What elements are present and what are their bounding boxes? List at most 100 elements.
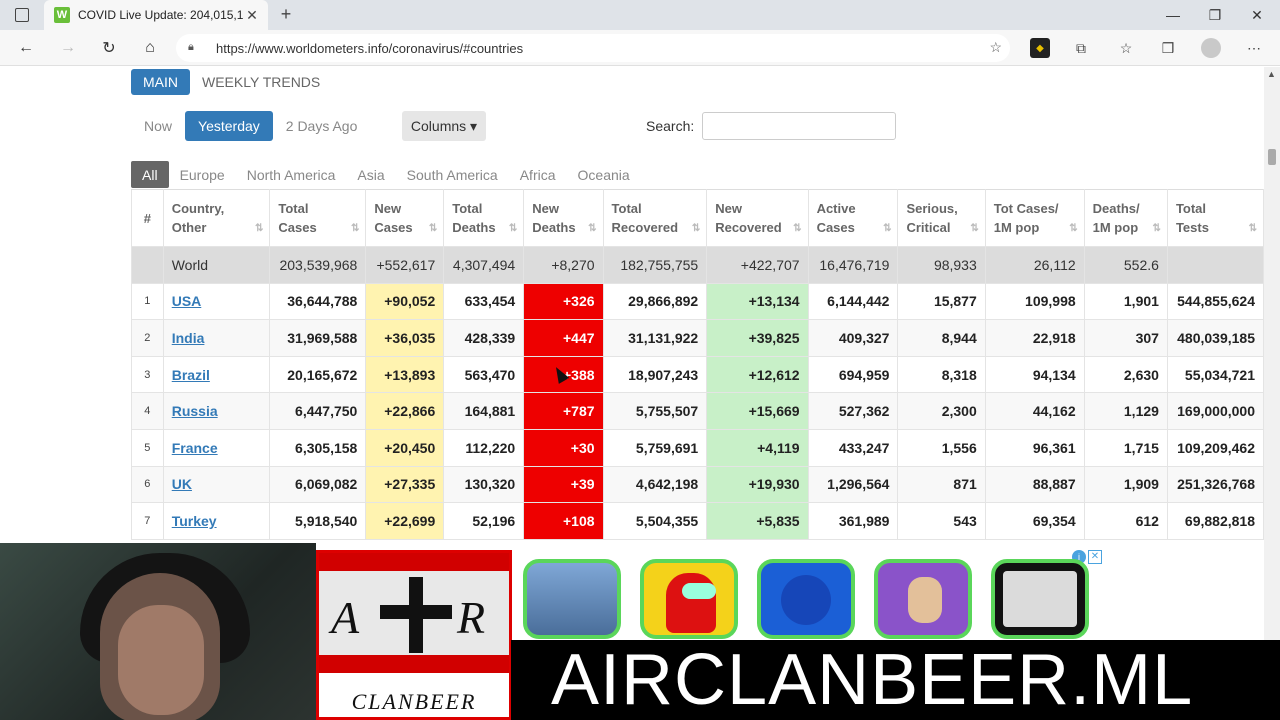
sonic-tile-icon[interactable]: [757, 559, 855, 639]
now-button[interactable]: Now: [131, 111, 185, 141]
column-header[interactable]: Total Tests ⇅: [1166, 189, 1264, 247]
column-header[interactable]: Total Deaths ⇅: [443, 189, 525, 247]
world-row: World 203,539,968 +552,617 4,307,494 +8,270 1…: [131, 246, 1264, 284]
column-header[interactable]: Total Cases ⇅: [269, 189, 367, 247]
column-header-label: Cases: [278, 220, 317, 235]
column-header[interactable]: New Cases ⇅: [365, 189, 445, 247]
region-north-america[interactable]: North America: [236, 161, 347, 188]
page-scrollbar[interactable]: ▲: [1264, 67, 1280, 720]
tab-actions-icon[interactable]: [12, 6, 32, 24]
table-header-row: # Country, Other ⇅ Total Cases ⇅ New Cases ⇅ Total…: [131, 189, 1264, 247]
region-asia[interactable]: Asia: [346, 161, 395, 188]
two-days-ago-button[interactable]: 2 Days Ago: [273, 111, 371, 141]
sort-icon[interactable]: ⇅: [509, 219, 517, 238]
sort-icon[interactable]: ⇅: [351, 219, 359, 238]
column-header[interactable]: Deaths/1M pop ⇅: [1083, 189, 1168, 247]
table-cell: +90,052: [365, 282, 445, 321]
table-cell: 22,918: [984, 319, 1085, 357]
table-cell: 6,447,750: [269, 392, 367, 430]
table-cell: +447: [523, 319, 604, 357]
table-cell: +787: [523, 392, 604, 430]
table-cell: +13,893: [365, 355, 445, 394]
table-cell: 164,881: [443, 392, 525, 430]
column-header-label: Deaths/: [1092, 201, 1140, 216]
logo-letter-a: A: [331, 592, 360, 643]
extensions-puzzle-icon[interactable]: ⧉: [1071, 38, 1091, 58]
column-header-label: Recovered: [611, 220, 679, 235]
country-link[interactable]: India: [172, 330, 205, 346]
columns-dropdown[interactable]: Columns ▾: [402, 111, 486, 141]
reload-icon[interactable]: ↻: [97, 36, 121, 60]
scrollbar-thumb[interactable]: [1268, 149, 1276, 165]
column-header[interactable]: #: [131, 189, 164, 247]
sort-icon[interactable]: ⇅: [1153, 219, 1161, 238]
close-window-icon[interactable]: ✕: [1236, 0, 1278, 30]
ad-close-icon[interactable]: ✕: [1088, 550, 1102, 564]
sort-icon[interactable]: ⇅: [883, 219, 891, 238]
column-header[interactable]: New Deaths ⇅: [523, 189, 604, 247]
maximize-icon[interactable]: ❐: [1194, 0, 1236, 30]
new-tab-icon[interactable]: +: [276, 4, 296, 24]
table-cell: Turkey: [162, 502, 271, 540]
browser-tab[interactable]: W COVID Live Update: 204,015,158 ✕: [44, 0, 268, 30]
country-link[interactable]: France: [172, 440, 218, 456]
minimize-icon[interactable]: —: [1152, 0, 1194, 30]
close-tab-icon[interactable]: ✕: [244, 7, 260, 24]
column-header[interactable]: Tot Cases/1M pop ⇅: [984, 189, 1085, 247]
column-header-label: New: [374, 201, 402, 216]
sort-icon[interactable]: ⇅: [970, 219, 978, 238]
column-header[interactable]: New Recovered ⇅: [706, 189, 809, 247]
table-cell: 3: [131, 355, 164, 394]
tab-weekly-trends[interactable]: WEEKLY TRENDS: [190, 69, 332, 95]
favorites-icon[interactable]: ☆: [1116, 38, 1136, 58]
sort-icon[interactable]: ⇅: [588, 219, 596, 238]
add-favorite-icon[interactable]: ☆: [989, 39, 1002, 56]
column-header[interactable]: Country, Other ⇅: [162, 189, 271, 247]
region-oceania[interactable]: Oceania: [567, 161, 641, 188]
sort-icon[interactable]: ⇅: [692, 219, 700, 238]
table-cell: 98,933: [897, 246, 986, 284]
yesterday-button[interactable]: Yesterday: [185, 111, 273, 141]
sort-icon[interactable]: ⇅: [429, 219, 437, 238]
region-south-america[interactable]: South America: [396, 161, 509, 188]
table-cell: [1166, 246, 1264, 284]
gta-tile-icon[interactable]: [991, 559, 1089, 639]
table-cell: 31,969,588: [269, 319, 367, 357]
collections-icon[interactable]: ❒: [1158, 38, 1178, 58]
sort-icon[interactable]: ⇅: [793, 219, 801, 238]
country-link[interactable]: USA: [172, 293, 202, 309]
home-icon[interactable]: ⌂: [138, 36, 162, 60]
profile-avatar[interactable]: [1201, 38, 1221, 58]
puzzle-tile-icon[interactable]: [874, 559, 972, 639]
country-link[interactable]: Turkey: [172, 513, 217, 529]
more-menu-icon[interactable]: ⋯: [1244, 38, 1264, 58]
region-all[interactable]: All: [131, 161, 169, 188]
region-africa[interactable]: Africa: [509, 161, 567, 188]
forward-icon[interactable]: →: [56, 36, 80, 60]
column-header[interactable]: Total Recovered ⇅: [602, 189, 708, 247]
table-cell: 31,131,922: [602, 319, 708, 357]
region-europe[interactable]: Europe: [169, 161, 236, 188]
sort-icon[interactable]: ⇅: [1249, 219, 1257, 238]
tab-main[interactable]: MAIN: [131, 69, 190, 95]
scroll-up-icon[interactable]: ▲: [1267, 69, 1276, 79]
table-row: 1 USA 36,644,788 +90,052 633,454 +326 29,866,8…: [131, 282, 1264, 321]
column-header[interactable]: Active Cases ⇅: [807, 189, 899, 247]
country-link[interactable]: Russia: [172, 403, 218, 419]
table-cell: 5,759,691: [602, 428, 708, 467]
table-cell: +422,707: [706, 246, 809, 284]
sort-icon[interactable]: ⇅: [255, 219, 263, 238]
table-cell: 55,034,721: [1166, 355, 1264, 394]
sort-icon[interactable]: ⇅: [1069, 219, 1077, 238]
among-us-tile-icon[interactable]: [640, 559, 738, 639]
country-link[interactable]: UK: [172, 476, 192, 492]
country-link[interactable]: Brazil: [172, 367, 210, 383]
back-icon[interactable]: ←: [14, 36, 38, 60]
column-header[interactable]: Serious, Critical ⇅: [897, 189, 986, 247]
search-input[interactable]: [702, 112, 896, 140]
extension-icon[interactable]: ◆: [1030, 38, 1050, 58]
table-cell: 203,539,968: [269, 246, 367, 284]
table-cell: 1,901: [1083, 282, 1168, 321]
game-tile-icon[interactable]: [523, 559, 621, 639]
address-bar[interactable]: 🔒︎ https://www.worldometers.info/coronav…: [176, 34, 1010, 62]
